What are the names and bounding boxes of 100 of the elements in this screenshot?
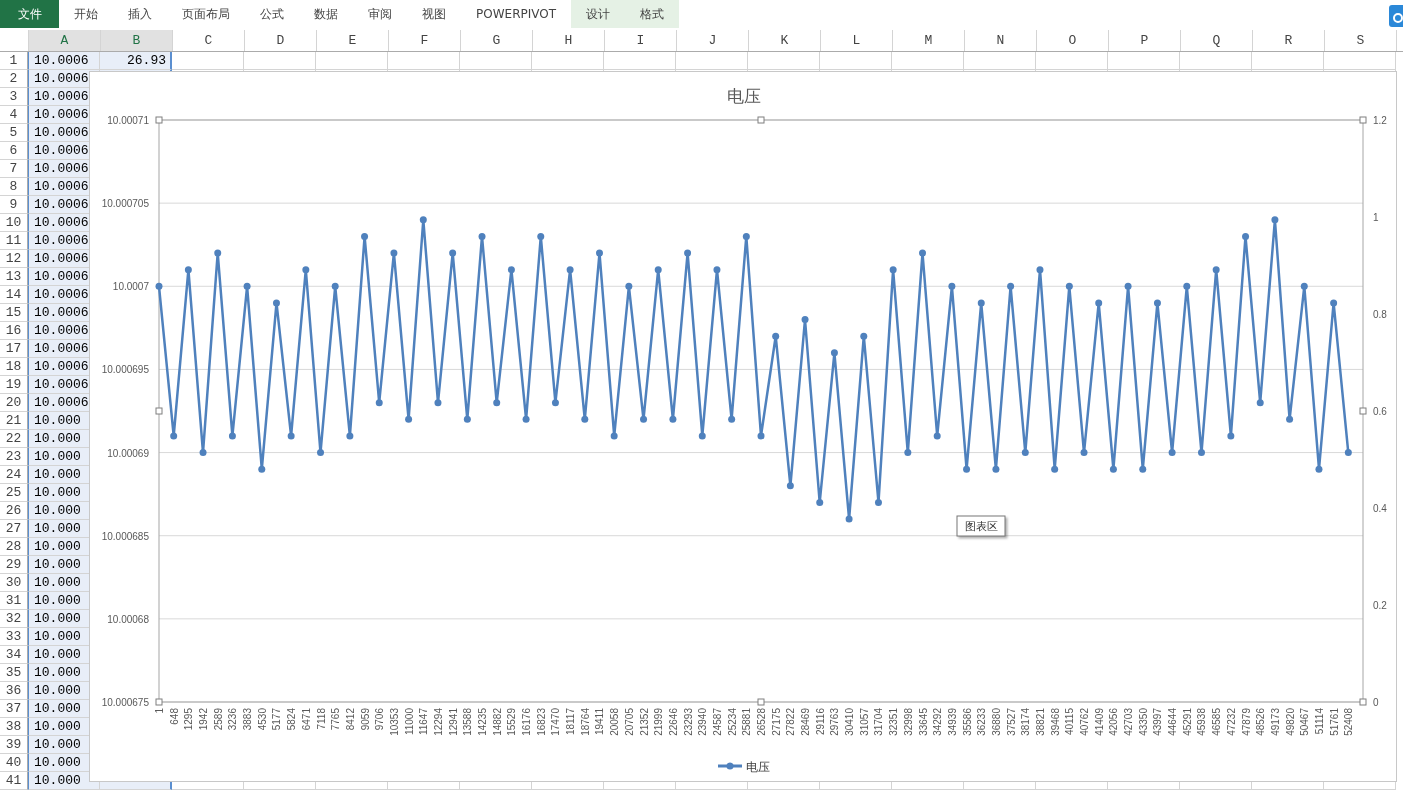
x-axis-label: 38821 — [1035, 708, 1046, 736]
x-axis-label: 40762 — [1079, 708, 1090, 736]
table-cell — [388, 52, 460, 70]
chart-tooltip: 图表区 — [956, 515, 1006, 537]
ribbon-tab[interactable]: 设计 — [571, 0, 625, 28]
data-point — [155, 282, 163, 290]
selection-handle[interactable] — [757, 698, 765, 706]
column-header[interactable]: L — [821, 30, 893, 51]
column-header[interactable]: P — [1109, 30, 1181, 51]
column-header[interactable]: Q — [1181, 30, 1253, 51]
ribbon-tab[interactable]: 文件 — [0, 0, 59, 28]
x-axis-label: 45291 — [1181, 708, 1193, 736]
x-axis-label: 47232 — [1225, 708, 1237, 736]
x-axis-label: 2589 — [212, 708, 224, 731]
secondary-y-axis-label: 0 — [1373, 697, 1379, 708]
x-axis-label: 1 — [154, 708, 165, 714]
x-axis-label: 14882 — [491, 708, 503, 736]
x-axis-label: 44644 — [1167, 708, 1179, 736]
data-point — [654, 266, 662, 274]
x-axis-label: 14235 — [477, 708, 488, 736]
data-point — [992, 465, 1000, 473]
selection-handle[interactable] — [155, 698, 163, 706]
column-header[interactable]: I — [605, 30, 677, 51]
x-axis-label: 15529 — [506, 708, 518, 736]
x-axis-label: 29763 — [829, 708, 841, 736]
data-point — [845, 515, 853, 523]
x-axis-label: 23940 — [697, 708, 709, 736]
selection-handle[interactable] — [155, 116, 163, 124]
table-cell — [604, 52, 676, 70]
column-header[interactable]: N — [965, 30, 1037, 51]
column-header[interactable]: K — [749, 30, 821, 51]
x-axis-label: 12941 — [447, 708, 459, 736]
x-axis-label: 9059 — [359, 708, 371, 731]
column-header[interactable]: C — [173, 30, 245, 51]
x-axis-label: 23293 — [682, 708, 694, 736]
data-point — [1256, 399, 1264, 407]
column-header[interactable]: A — [29, 30, 101, 51]
column-header[interactable]: H — [533, 30, 605, 51]
x-axis-label: 45938 — [1196, 708, 1208, 736]
x-axis-label: 1942 — [198, 708, 210, 731]
data-point — [228, 432, 236, 440]
x-axis-label: 6471 — [300, 708, 312, 731]
x-axis-label: 7118 — [315, 708, 327, 730]
column-header[interactable]: B — [101, 30, 173, 51]
table-cell — [1252, 52, 1324, 70]
x-axis-label: 3236 — [227, 708, 239, 731]
x-axis-label: 18764 — [579, 708, 591, 736]
secondary-y-axis-label: 1 — [1373, 212, 1379, 223]
x-axis-label: 37527 — [1005, 708, 1017, 736]
selection-handle[interactable] — [1359, 116, 1367, 124]
column-header[interactable]: R — [1253, 30, 1325, 51]
data-point — [478, 232, 486, 240]
x-axis-label: 10353 — [388, 708, 400, 736]
data-point — [610, 432, 618, 440]
column-header[interactable]: M — [893, 30, 965, 51]
data-point — [728, 415, 736, 423]
selection-handle[interactable] — [155, 407, 163, 415]
column-header[interactable]: F — [389, 30, 461, 51]
data-point — [199, 449, 207, 457]
table-cell — [892, 52, 964, 70]
ribbon-tab[interactable]: 格式 — [625, 0, 679, 28]
data-point — [390, 249, 398, 257]
data-point — [948, 282, 956, 290]
data-point — [1080, 449, 1088, 457]
chart-area[interactable] — [89, 71, 1397, 782]
data-point — [713, 266, 721, 274]
column-header[interactable]: S — [1325, 30, 1397, 51]
data-point — [361, 232, 369, 240]
x-axis-label: 36233 — [976, 708, 988, 736]
data-point — [1109, 465, 1117, 473]
selection-handle[interactable] — [757, 116, 765, 124]
selection-handle[interactable] — [1359, 407, 1367, 415]
x-axis-label: 49820 — [1284, 708, 1296, 736]
data-point — [889, 266, 897, 274]
data-point — [1007, 282, 1015, 290]
column-header[interactable]: G — [461, 30, 533, 51]
x-axis-label: 40115 — [1064, 708, 1076, 736]
data-point — [537, 232, 545, 240]
data-point — [258, 465, 266, 473]
y-axis-label: 10.000685 — [101, 530, 149, 542]
x-axis-label: 31704 — [873, 708, 885, 736]
app-icon[interactable] — [1389, 5, 1403, 27]
x-axis-label: 31057 — [858, 708, 870, 736]
legend-marker-icon — [718, 762, 742, 770]
x-axis-label: 38174 — [1020, 708, 1032, 736]
x-axis-label: 48526 — [1255, 708, 1267, 736]
data-point — [214, 249, 222, 257]
column-header[interactable]: J — [677, 30, 749, 51]
column-header[interactable]: D — [245, 30, 317, 51]
data-point — [1242, 232, 1250, 240]
column-header[interactable]: O — [1037, 30, 1109, 51]
y-axis-label: 10.000695 — [101, 364, 149, 376]
x-axis-label: 16823 — [535, 708, 547, 736]
x-axis-label: 3883 — [242, 708, 254, 731]
column-header[interactable]: E — [317, 30, 389, 51]
data-point — [684, 249, 692, 257]
data-point — [581, 415, 589, 423]
data-point — [904, 449, 912, 457]
data-point — [698, 432, 706, 440]
selection-handle[interactable] — [1359, 698, 1367, 706]
